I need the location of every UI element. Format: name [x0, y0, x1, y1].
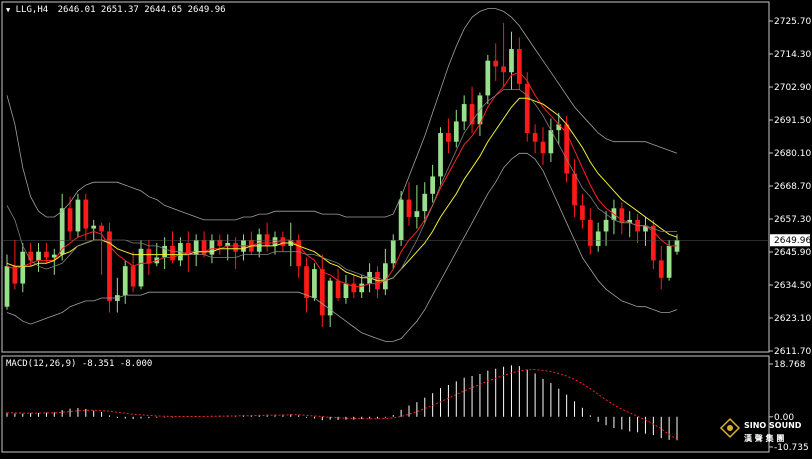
candle-bull: [509, 49, 514, 73]
candle-bull: [603, 219, 609, 232]
candle-bull: [359, 283, 365, 293]
candle-bull: [75, 199, 81, 232]
candle-bull: [422, 193, 428, 212]
candle-bear: [233, 243, 238, 252]
candle-bear: [446, 133, 451, 142]
macd-histogram: [6, 365, 678, 441]
price-tick-label: 2668.70: [774, 182, 811, 192]
candle-bull: [20, 251, 26, 284]
candle-bull: [122, 266, 128, 296]
candle-bull: [209, 240, 215, 255]
candle-bear: [572, 173, 577, 206]
current-price-label: 2649.96: [774, 236, 811, 246]
candle-bear: [351, 283, 357, 293]
candle-bull: [162, 245, 168, 258]
candle-bear: [170, 245, 175, 261]
candle-bear: [580, 205, 585, 220]
candle-bear: [524, 83, 530, 134]
candle-bull: [272, 237, 278, 246]
price-tick-label: 2691.50: [774, 116, 811, 126]
macd-tick-label: 18.768: [774, 360, 806, 370]
candle-bull: [51, 254, 57, 258]
candle-bear: [335, 280, 341, 299]
candle-bear: [493, 60, 499, 67]
candle-bear: [146, 248, 152, 264]
candle-bear: [280, 237, 286, 246]
candle-bull: [390, 240, 396, 264]
sinosound-logo: SINO SOUND 漢 聲 集 團: [719, 417, 802, 443]
symbol-label: LLG,H4: [15, 5, 49, 15]
candle-bull: [453, 121, 459, 142]
macd-panel-frame: [1, 355, 770, 453]
candle-bull: [414, 211, 420, 217]
price-tick-label: 2645.90: [774, 248, 811, 258]
logo-dot-icon: [727, 425, 733, 431]
macd-title: MACD(12,26,9) -8.351 -8.000: [6, 359, 153, 369]
candle-bull: [4, 266, 10, 307]
candle-bear: [501, 66, 506, 73]
price-chart[interactable]: 2725.70 2714.30 2702.90 2691.50 2680.10 2668.…: [0, 0, 812, 455]
macd-tick-label: -10.735: [774, 443, 809, 453]
candle-bear: [516, 49, 522, 84]
candle-bull: [666, 245, 672, 278]
candle-bull: [556, 124, 562, 131]
candle-bear: [319, 269, 325, 316]
candle-bull: [36, 251, 41, 261]
logo-line2: 漢 聲 集 團: [744, 433, 784, 443]
candle-bull: [327, 280, 333, 316]
price-tick-label: 2702.90: [774, 83, 811, 93]
candle-bear: [296, 240, 302, 267]
candle-bear: [83, 199, 89, 229]
candle-bear: [44, 251, 49, 258]
candles-group: [4, 23, 680, 327]
candle-bull: [398, 199, 404, 241]
candle-bear: [67, 208, 73, 232]
price-tick-label: 2680.10: [774, 149, 811, 159]
candle-bear: [130, 266, 136, 287]
candle-bear: [28, 251, 34, 261]
candle-bull: [438, 133, 443, 177]
candle-bull: [595, 231, 601, 246]
candle-bull: [312, 269, 317, 299]
candle-bear: [201, 240, 207, 255]
candle-bear: [185, 243, 191, 255]
dropdown-triangle-icon[interactable]: ▼: [6, 6, 10, 14]
candle-bull: [91, 225, 97, 229]
candle-bull: [382, 263, 388, 290]
candle-bear: [532, 133, 538, 142]
candle-bear: [658, 260, 664, 278]
candle-bear: [406, 199, 412, 217]
price-tick-label: 2611.70: [774, 347, 811, 357]
ohlc-values: 2646.01 2651.37 2644.65 2649.96: [57, 5, 226, 15]
candle-bear: [540, 141, 546, 154]
candle-bull: [343, 283, 349, 299]
candle-bull: [430, 176, 436, 194]
candle-bull: [461, 104, 467, 122]
macd-signal-line: [7, 368, 678, 440]
logo-line1: SINO SOUND: [744, 421, 802, 430]
candle-bull: [485, 60, 491, 96]
candle-bear: [587, 219, 593, 246]
candle-bear: [304, 266, 309, 299]
price-tick-label: 2714.30: [774, 50, 811, 60]
chart-header: ▼ LLG,H4 2646.01 2651.37 2644.65 2649.96: [6, 5, 226, 15]
candle-bear: [99, 225, 104, 232]
price-tick-label: 2657.30: [774, 215, 811, 225]
price-tick-label: 2634.50: [774, 281, 811, 291]
chart-window: 2725.70 2714.30 2702.90 2691.50 2680.10 2668.…: [0, 0, 812, 455]
price-tick-label: 2623.10: [774, 314, 811, 324]
candle-bear: [217, 240, 223, 246]
price-tick-label: 2725.70: [774, 17, 811, 27]
